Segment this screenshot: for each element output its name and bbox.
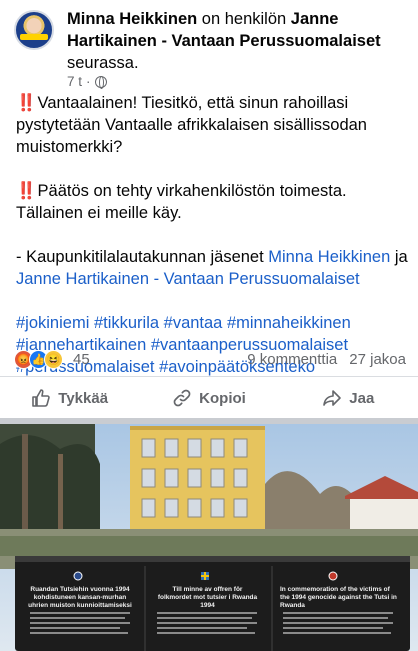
avatar-badge <box>20 34 48 40</box>
share-button-label: Jaa <box>349 389 375 407</box>
copy-button[interactable]: Kopioi <box>139 380 278 416</box>
author-avatar[interactable] <box>14 10 54 50</box>
share-button[interactable]: Jaa <box>279 380 418 416</box>
post-paragraph-2: ‼️ Päätös on tehty virkahenkilöstön toime… <box>16 180 408 224</box>
sign-finnish-title: Ruandan Tutsiehin vuonna 1994 kohdistune… <box>28 586 132 609</box>
like-button-label: Tykkää <box>58 389 109 407</box>
post-photo[interactable]: Ruandan Tutsiehin vuonna 1994 kohdistune… <box>0 424 418 651</box>
reaction-icons[interactable]: 😡 👍 😆 <box>14 349 63 369</box>
divider <box>0 376 418 377</box>
double-exclamation-icon: ‼️ <box>16 182 36 200</box>
globe-icon <box>94 75 107 89</box>
engagement-stats: 9 kommenttia 27 jakoa <box>247 351 406 368</box>
sign-english-title: In commemoration of the victims of the 1… <box>280 586 397 609</box>
byline-suffix: seurassa. <box>67 54 139 72</box>
post-meta: 7 t · <box>67 74 107 89</box>
memorial-photo <box>0 424 418 651</box>
link-icon <box>173 389 191 407</box>
post-paragraph-1: ‼️ Vantaalainen! Tiesitkö, että sinun rah… <box>16 92 408 158</box>
double-exclamation-icon: ‼️ <box>16 94 36 112</box>
author-name[interactable]: Minna Heikkinen <box>67 10 197 28</box>
reactions-bar: 😡 👍 😆 45 9 kommenttia 27 jakoa <box>14 347 406 371</box>
post-text-3: - Kaupunkitilalautakunnan jäsenet <box>16 248 269 266</box>
mention-minna[interactable]: Minna Heikkinen <box>268 248 390 266</box>
post-text-1: Vantaalainen! Tiesitkö, että sinun rahoi… <box>16 94 367 156</box>
comment-count[interactable]: 9 kommenttia <box>247 351 337 368</box>
action-bar: Tykkää Kopioi Jaa <box>0 380 418 416</box>
mention-janne[interactable]: Janne Hartikainen - Vantaan Perussuomala… <box>16 270 360 288</box>
post-byline: Minna Heikkinen on henkilön Janne Hartik… <box>67 8 412 74</box>
sign-swedish-title: Till minne av offren för folkmordet mot … <box>157 586 258 609</box>
post-paragraph-3: - Kaupunkitilalautakunnan jäsenet Minna … <box>16 246 408 290</box>
byline-connector: on henkilön <box>201 10 287 28</box>
post-text-2: Päätös on tehty virkahenkilöstön toimest… <box>16 182 347 222</box>
haha-icon: 😆 <box>44 349 63 369</box>
post-time[interactable]: 7 t <box>67 74 82 89</box>
post-text-and: ja <box>390 248 408 266</box>
like-button[interactable]: Tykkää <box>0 380 139 416</box>
meta-separator: · <box>86 74 91 89</box>
share-count[interactable]: 27 jakoa <box>349 351 406 368</box>
thumbs-up-icon <box>32 389 51 407</box>
copy-button-label: Kopioi <box>199 389 246 407</box>
share-arrow-icon <box>323 390 342 406</box>
reaction-count[interactable]: 45 <box>73 351 90 368</box>
